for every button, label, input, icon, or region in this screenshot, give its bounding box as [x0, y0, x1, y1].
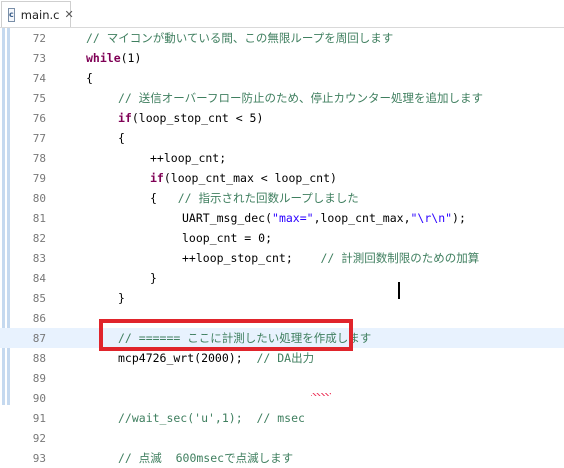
code-text: mcp4726_wrt(2000); // DA出力 — [118, 351, 314, 365]
tab-main-c[interactable]: c main.c ✕ — [1, 1, 74, 27]
string-token: "\r\n" — [410, 211, 453, 225]
code-token: ++loop_cnt; — [150, 151, 227, 165]
comment-token: // マイコンが動いている間、この無限ループを周回します — [86, 31, 394, 45]
code-line[interactable]: 90 — [0, 388, 564, 408]
code-line[interactable]: 83 ++loop_stop_cnt; // 計測回数制限のための加算 — [0, 248, 564, 268]
spell-warning-underline — [311, 393, 331, 396]
line-number: 93 — [32, 452, 46, 465]
keyword-token: if — [118, 111, 132, 125]
line-number: 84 — [32, 272, 46, 285]
code-line[interactable]: 82 loop_cnt = 0; — [0, 228, 564, 248]
close-icon[interactable]: ✕ — [64, 8, 73, 21]
line-number: 76 — [32, 112, 46, 125]
code-line[interactable]: 88 mcp4726_wrt(2000); // DA出力 — [0, 348, 564, 368]
code-text: UART_msg_dec("max=",loop_cnt_max,"\r\n")… — [182, 211, 466, 225]
code-text: { — [118, 131, 125, 145]
code-line[interactable]: 78 ++loop_cnt; — [0, 148, 564, 168]
code-editor[interactable]: 72 // マイコンが動いている間、この無限ループを周回します 73 while(1)… — [0, 28, 564, 465]
code-text: { — [86, 71, 93, 85]
line-number: 75 — [32, 92, 46, 105]
code-token: ); — [452, 211, 466, 225]
code-text: ++loop_cnt; — [150, 151, 226, 165]
code-text: ++loop_stop_cnt; // 計測回数制限のための加算 — [182, 251, 479, 265]
line-number: 82 — [32, 232, 46, 245]
keyword-token: while — [86, 51, 121, 65]
line-number: 85 — [32, 292, 46, 305]
line-number: 92 — [32, 432, 46, 445]
code-token: UART_msg_dec( — [182, 211, 273, 225]
text-cursor — [398, 282, 400, 299]
code-line[interactable]: 73 while(1) — [0, 48, 564, 68]
line-number: 77 — [32, 132, 46, 145]
code-text: // マイコンが動いている間、この無限ループを周回します — [86, 31, 393, 45]
code-token: loop_cnt = 0; — [182, 231, 273, 245]
code-token: (1) — [120, 51, 142, 65]
code-line[interactable]: 75 // 送信オーバーフロー防止のため、停止カウンター処理を追加します — [0, 88, 564, 108]
line-number: 72 — [32, 32, 46, 45]
line-number: 88 — [32, 352, 46, 365]
code-line[interactable]: 84} — [0, 268, 564, 288]
comment-token: // 計測回数制限のための加算 — [320, 251, 480, 265]
code-token: mcp4726_wrt(2000); — [118, 351, 257, 365]
line-number: 81 — [32, 212, 46, 225]
code-token: } — [150, 271, 157, 285]
comment-token: //wait_sec('u',1); // msec — [118, 411, 305, 425]
code-text: while(1) — [86, 51, 141, 65]
line-number: 80 — [32, 192, 46, 205]
code-text: } — [150, 271, 157, 285]
line-number: 79 — [32, 172, 46, 185]
line-number: 78 — [32, 152, 46, 165]
code-line[interactable]: 76 if(loop_stop_cnt < 5) — [0, 108, 564, 128]
code-token: ,loop_cnt_max, — [313, 211, 411, 225]
code-line[interactable]: 93 // 点滅 600msecで点滅します — [0, 448, 564, 468]
comment-token: // DA出力 — [256, 351, 315, 365]
c-file-icon: c — [8, 7, 15, 22]
code-line[interactable]: 72 // マイコンが動いている間、この無限ループを周回します — [0, 28, 564, 48]
code-text: loop_cnt = 0; — [182, 231, 272, 245]
comment-token: // 送信オーバーフロー防止のため、停止カウンター処理を追加します — [118, 91, 483, 105]
code-text: if(loop_cnt_max < loop_cnt) — [150, 171, 337, 185]
comment-token: // 点滅 600msecで点滅します — [118, 451, 294, 465]
line-number: 74 — [32, 72, 46, 85]
code-text: { // 指示された回数ループしました — [150, 191, 359, 205]
line-number: 89 — [32, 372, 46, 385]
code-text: // 送信オーバーフロー防止のため、停止カウンター処理を追加します — [118, 91, 483, 105]
line-number: 86 — [32, 312, 46, 325]
code-line[interactable]: 91 //wait_sec('u',1); // msec — [0, 408, 564, 428]
line-number: 91 — [32, 412, 46, 425]
code-line[interactable]: 79 if(loop_cnt_max < loop_cnt) — [0, 168, 564, 188]
code-token: } — [118, 291, 125, 305]
code-line[interactable]: 85} — [0, 288, 564, 308]
code-line[interactable]: 77 { — [0, 128, 564, 148]
highlight-annotation-box — [99, 319, 353, 351]
line-number: 90 — [32, 392, 46, 405]
code-line[interactable]: 92 — [0, 428, 564, 448]
line-number: 73 — [32, 52, 46, 65]
code-line[interactable]: 74 { — [0, 68, 564, 88]
code-token: ++loop_stop_cnt; — [182, 251, 321, 265]
code-token: { — [86, 71, 93, 85]
code-text: } — [118, 291, 125, 305]
code-line[interactable]: 89 — [0, 368, 564, 388]
code-token: { — [150, 191, 178, 205]
tab-label: main.c — [20, 7, 60, 22]
string-token: "max=" — [272, 211, 314, 225]
code-line[interactable]: 81 UART_msg_dec("max=",loop_cnt_max,"\r\n… — [0, 208, 564, 228]
code-token: (loop_stop_cnt < 5) — [131, 111, 264, 125]
comment-token: // 指示された回数ループしました — [177, 191, 359, 205]
code-text: if(loop_stop_cnt < 5) — [118, 111, 263, 125]
code-line[interactable]: 80 { // 指示された回数ループしました — [0, 188, 564, 208]
code-token: (loop_cnt_max < loop_cnt) — [163, 171, 337, 185]
line-number: 83 — [32, 252, 46, 265]
code-text: // 点滅 600msecで点滅します — [118, 451, 293, 465]
keyword-token: if — [150, 171, 164, 185]
code-text: //wait_sec('u',1); // msec — [118, 411, 305, 425]
line-number: 87 — [32, 332, 46, 345]
code-token: { — [118, 131, 125, 145]
editor-tab-bar: c main.c ✕ — [0, 0, 564, 28]
